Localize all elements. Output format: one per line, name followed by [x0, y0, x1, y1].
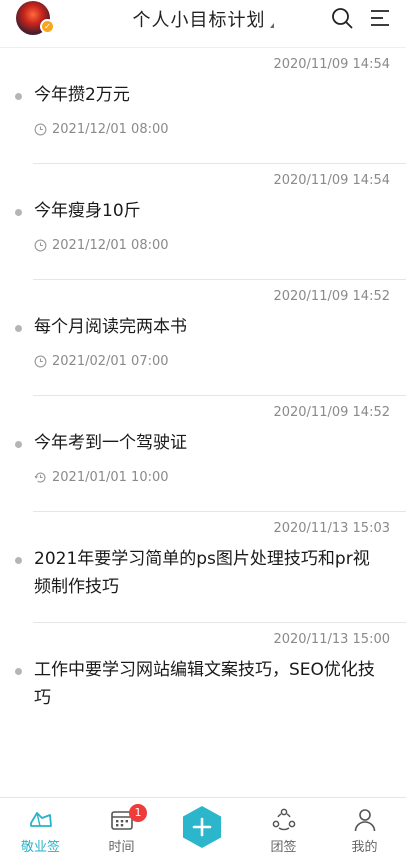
- tab-me[interactable]: 我的: [324, 798, 405, 856]
- tab-team[interactable]: 团签: [243, 798, 324, 856]
- task-title: 今年考到一个驾驶证: [34, 433, 187, 453]
- tab-jingyeqian[interactable]: 敬业签: [0, 798, 81, 856]
- due-time-row: 2021/12/01 08:00: [34, 109, 406, 149]
- bullet-dot-icon: [15, 557, 22, 564]
- notification-badge: 1: [129, 804, 147, 822]
- list-item[interactable]: 2020/11/09 14:54 今年瘦身10斤 2021/12/01 08:0…: [15, 164, 406, 280]
- bullet-dot-icon: [15, 93, 22, 100]
- task-list: 2020/11/09 14:54 今年攒2万元 2021/12/01 08:00…: [0, 48, 406, 734]
- list-item[interactable]: 2020/11/13 15:00 工作中要学习网站编辑文案技巧，SEO优化技巧: [15, 623, 406, 734]
- due-time-row: 2021/12/01 08:00: [34, 225, 406, 265]
- due-time: 2021/12/01 08:00: [52, 237, 169, 253]
- bottom-tab-bar: 敬业签 1 时间 团签 我的: [0, 797, 406, 856]
- created-time: 2020/11/13 15:03: [273, 521, 390, 536]
- due-time-row: 2021/01/01 10:00: [34, 457, 406, 497]
- tab-time[interactable]: 1 时间: [81, 798, 162, 856]
- bullet-dot-icon: [15, 209, 22, 216]
- created-time: 2020/11/09 14:52: [273, 405, 390, 420]
- due-time: 2021/02/01 07:00: [52, 353, 169, 369]
- clock-icon: [34, 239, 47, 251]
- tab-label: 团签: [270, 840, 297, 855]
- search-icon[interactable]: [330, 6, 354, 30]
- list-item[interactable]: 2020/11/09 14:52 今年考到一个驾驶证 2021/01/01 10…: [15, 396, 406, 512]
- bullet-dot-icon: [15, 441, 22, 448]
- created-time: 2020/11/09 14:54: [273, 173, 390, 188]
- task-title: 每个月阅读完两本书: [34, 317, 187, 337]
- note-icon: [30, 812, 52, 827]
- app-header: ✓ 个人小目标计划: [0, 0, 406, 48]
- list-item[interactable]: 2020/11/09 14:52 每个月阅读完两本书 2021/02/01 07…: [15, 280, 406, 396]
- created-time: 2020/11/09 14:54: [273, 57, 390, 72]
- list-item[interactable]: 2020/11/09 14:54 今年攒2万元 2021/12/01 08:00: [15, 48, 406, 164]
- clock-icon: [34, 123, 47, 135]
- bullet-dot-icon: [15, 668, 22, 675]
- team-icon: [272, 808, 296, 831]
- menu-icon[interactable]: [368, 6, 392, 30]
- created-time: 2020/11/13 15:00: [273, 632, 390, 647]
- tab-label: 时间: [108, 840, 135, 855]
- tab-add[interactable]: [162, 798, 243, 856]
- task-title: 今年瘦身10斤: [34, 201, 141, 221]
- bullet-dot-icon: [15, 325, 22, 332]
- task-title: 工作中要学习网站编辑文案技巧，SEO优化技巧: [34, 660, 375, 708]
- caret-down-icon: [269, 23, 274, 28]
- repeat-clock-icon: [34, 472, 46, 483]
- add-icon: [183, 806, 221, 848]
- clock-icon: [34, 355, 47, 367]
- user-icon: [354, 809, 376, 832]
- task-title: 2021年要学习简单的ps图片处理技巧和pr视频制作技巧: [34, 549, 370, 597]
- task-title: 今年攒2万元: [34, 85, 130, 105]
- page-title: 个人小目标计划: [132, 10, 266, 31]
- due-time-row: 2021/02/01 07:00: [34, 341, 406, 381]
- due-time: 2021/01/01 10:00: [52, 469, 169, 485]
- tab-label: 我的: [351, 840, 378, 855]
- list-item[interactable]: 2020/11/13 15:03 2021年要学习简单的ps图片处理技巧和pr视…: [15, 512, 406, 623]
- created-time: 2020/11/09 14:52: [273, 289, 390, 304]
- due-time: 2021/12/01 08:00: [52, 121, 169, 137]
- tab-label: 敬业签: [20, 840, 60, 855]
